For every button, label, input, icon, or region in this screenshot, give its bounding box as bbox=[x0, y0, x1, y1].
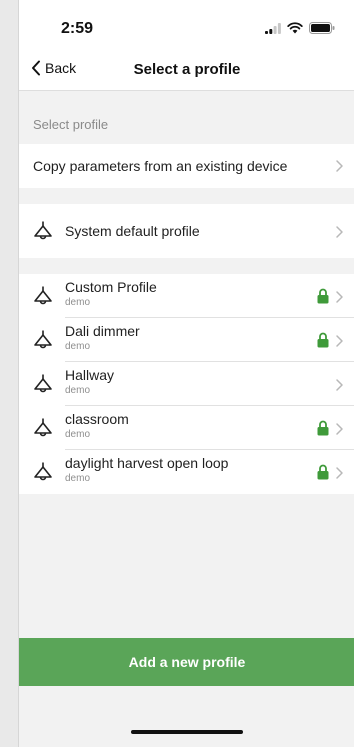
copy-parameters-label: Copy parameters from an existing device bbox=[33, 158, 288, 174]
profile-row[interactable]: Dali dimmer demo bbox=[19, 318, 354, 362]
profile-name: Custom Profile bbox=[65, 279, 157, 295]
system-default-profile-row[interactable]: System default profile bbox=[19, 204, 354, 258]
page-title: Select a profile bbox=[133, 61, 241, 78]
pendant-lamp-icon bbox=[34, 374, 52, 393]
chevron-right-icon bbox=[336, 379, 343, 391]
wifi-icon bbox=[287, 22, 303, 34]
profile-row[interactable]: classroom demo bbox=[19, 406, 354, 450]
status-bar: 2:59 bbox=[19, 0, 354, 52]
pendant-lamp-icon bbox=[34, 221, 52, 240]
pendant-lamp-icon bbox=[34, 418, 52, 437]
system-default-profile-label: System default profile bbox=[65, 223, 200, 239]
home-indicator bbox=[131, 730, 243, 734]
profile-name: Dali dimmer bbox=[65, 323, 140, 339]
status-icons bbox=[265, 22, 335, 34]
signal-icon bbox=[265, 22, 281, 34]
profile-owner: demo bbox=[65, 341, 91, 352]
add-new-profile-button[interactable]: Add a new profile bbox=[19, 638, 354, 686]
profile-list: Custom Profile demo Dali dimmer demo Hal… bbox=[19, 274, 354, 494]
lock-icon bbox=[317, 464, 329, 480]
pendant-lamp-icon bbox=[34, 330, 52, 349]
chevron-right-icon bbox=[336, 335, 343, 347]
lock-icon bbox=[317, 420, 329, 436]
lock-icon bbox=[317, 332, 329, 348]
battery-icon bbox=[309, 22, 335, 34]
profile-name: Hallway bbox=[65, 367, 115, 383]
copy-parameters-row[interactable]: Copy parameters from an existing device bbox=[19, 144, 354, 188]
chevron-right-icon bbox=[336, 467, 343, 479]
navigation-bar: Back Select a profile bbox=[19, 52, 354, 91]
chevron-right-icon bbox=[336, 291, 343, 303]
section-header: Select profile bbox=[19, 91, 354, 144]
profile-owner: demo bbox=[65, 385, 91, 396]
add-new-profile-label: Add a new profile bbox=[128, 654, 246, 670]
status-time: 2:59 bbox=[61, 20, 94, 37]
phone-screen: 2:59 Back Select a profile Select profil… bbox=[18, 0, 354, 747]
profile-row[interactable]: daylight harvest open loop demo bbox=[19, 450, 354, 494]
lock-icon bbox=[317, 288, 329, 304]
pendant-lamp-icon bbox=[34, 462, 52, 481]
profile-owner: demo bbox=[65, 429, 91, 440]
pendant-lamp-icon bbox=[34, 286, 52, 305]
profile-owner: demo bbox=[65, 297, 91, 308]
section-header-label: Select profile bbox=[33, 117, 109, 132]
profile-row[interactable]: Custom Profile demo bbox=[19, 274, 354, 318]
profile-row[interactable]: Hallway demo bbox=[19, 362, 354, 406]
chevron-right-icon bbox=[336, 226, 343, 238]
profile-name: classroom bbox=[65, 411, 129, 427]
chevron-right-icon bbox=[336, 160, 343, 172]
chevron-right-icon bbox=[336, 423, 343, 435]
profile-name: daylight harvest open loop bbox=[65, 455, 229, 471]
profile-owner: demo bbox=[65, 473, 91, 484]
